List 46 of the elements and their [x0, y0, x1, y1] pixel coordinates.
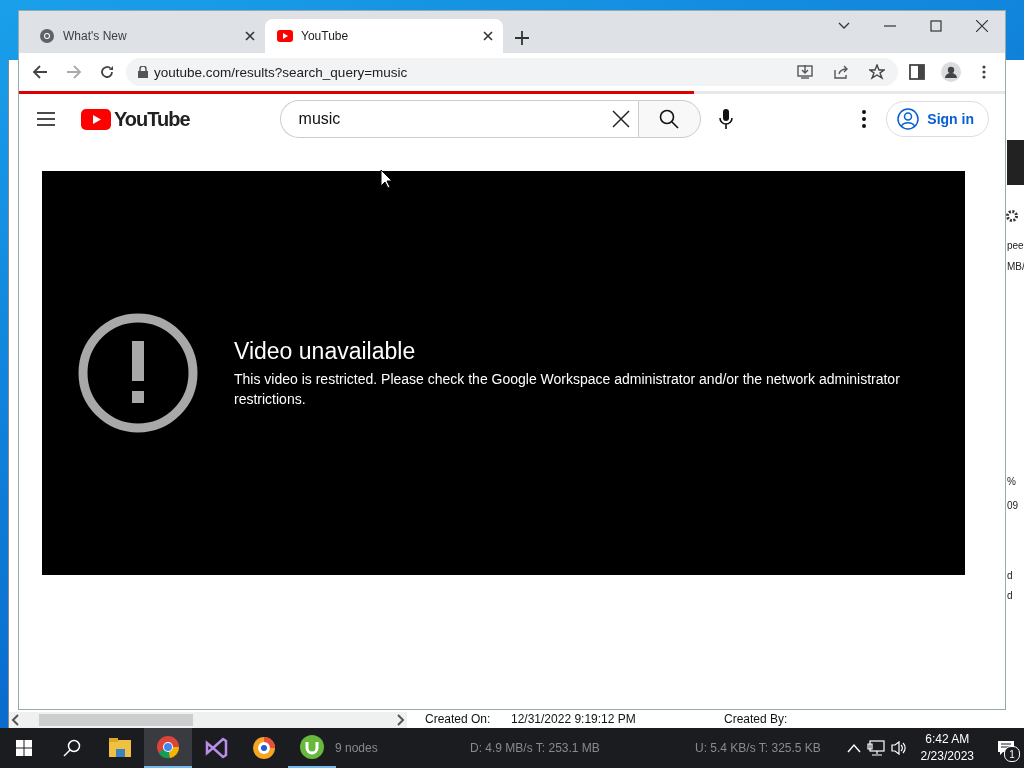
browser-logo-icon[interactable]: [144, 728, 192, 768]
error-message: This video is restricted. Please check the Google Workspace administrator and/or the network administrator restrictions.: [234, 369, 901, 409]
field-value: 12/31/2022 9:19:12 PM: [511, 712, 637, 726]
play-logo-icon[interactable]: [81, 108, 111, 130]
warning-icon: [78, 313, 198, 433]
text-fragment: d: [1007, 570, 1013, 581]
status-text: U: 5.4 KB/s T: 325.5 KB: [695, 741, 821, 755]
play-logo-icon: [277, 28, 293, 44]
field-label: Created On:: [425, 712, 492, 726]
search-icon: [659, 109, 680, 129]
close-icon[interactable]: [245, 31, 255, 41]
search-button[interactable]: [637, 100, 701, 138]
new-tab-icon[interactable]: [515, 31, 529, 45]
sign-in-button[interactable]: Sign in: [886, 101, 989, 137]
search-field[interactable]: music: [296, 109, 612, 129]
more-icon[interactable]: [862, 110, 867, 128]
menu-icon[interactable]: [37, 112, 55, 126]
browser-tab[interactable]: YouTube: [265, 19, 503, 53]
clock-time: 6:42 AM: [925, 731, 970, 748]
scroll-thumb[interactable]: [39, 714, 193, 726]
clock-date: 2/23/2023: [920, 748, 974, 765]
text-fragment: 09: [1007, 500, 1019, 511]
lock-icon: [138, 66, 148, 78]
text-fragment: d: [1007, 590, 1013, 601]
address-bar[interactable]: youtube.com/results?search_query=music: [126, 58, 898, 86]
gear-icon: [1005, 209, 1019, 223]
notification-count: 1: [1004, 746, 1020, 762]
microphone-icon[interactable]: [718, 109, 733, 129]
text-fragment: MB/: [1007, 261, 1024, 272]
status-text: 9 nodes: [335, 741, 378, 755]
text-fragment: %: [1007, 476, 1016, 487]
clear-icon[interactable]: [611, 110, 630, 128]
browser-tab[interactable]: What's New: [27, 19, 265, 53]
person-icon: [897, 108, 920, 130]
status-text: D: 4.9 MB/s T: 253.1 MB: [470, 741, 600, 755]
field-label: Created By:: [724, 712, 788, 726]
text-fragment: pee: [1007, 240, 1024, 251]
dark-panel: [1007, 140, 1024, 185]
browser-logo-icon: [39, 28, 55, 44]
error-heading: Video unavailable: [234, 337, 417, 365]
site-logo-text[interactable]: YouTube: [114, 107, 190, 131]
scrollbar[interactable]: [9, 712, 407, 728]
volume-icon: [890, 740, 907, 756]
close-icon[interactable]: [483, 31, 493, 41]
network-icon: [866, 740, 885, 756]
chevron-up-icon: [846, 743, 861, 753]
